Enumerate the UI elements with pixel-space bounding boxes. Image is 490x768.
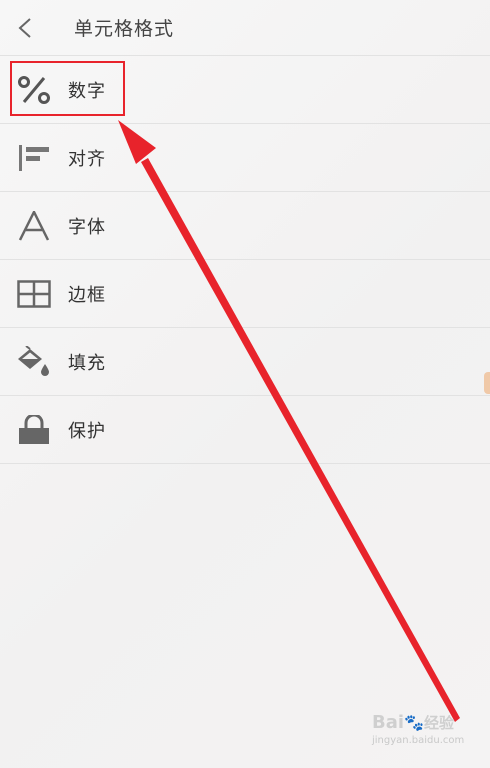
font-icon	[0, 210, 68, 241]
menu-item-label: 保护	[68, 420, 106, 442]
menu-item-label: 对齐	[68, 148, 106, 170]
header-bar: 单元格格式	[0, 0, 490, 56]
menu-item-number[interactable]: 数字	[0, 56, 490, 124]
fill-bucket-icon	[0, 345, 68, 378]
menu-item-label: 字体	[68, 216, 106, 238]
menu-item-label: 边框	[68, 284, 106, 306]
menu-item-font[interactable]: 字体	[0, 192, 490, 260]
lock-icon	[0, 414, 68, 445]
align-left-icon	[0, 144, 68, 172]
side-handle[interactable]	[484, 372, 490, 394]
format-menu: 数字 对齐 字体 边框 填充 保护	[0, 56, 490, 464]
watermark-site: jingyan.baidu.com	[372, 735, 465, 746]
page-title: 单元格格式	[74, 18, 175, 40]
border-grid-icon	[0, 279, 68, 308]
chevron-left-icon	[18, 17, 31, 38]
menu-item-protect[interactable]: 保护	[0, 396, 490, 464]
percent-icon	[0, 75, 68, 105]
watermark-logo: Bai🐾经验 jingyan.baidu.com	[372, 712, 482, 752]
menu-item-align[interactable]: 对齐	[0, 124, 490, 192]
menu-item-label: 数字	[68, 80, 106, 102]
menu-item-fill[interactable]: 填充	[0, 328, 490, 396]
menu-item-border[interactable]: 边框	[0, 260, 490, 328]
menu-item-label: 填充	[68, 352, 106, 374]
back-button[interactable]	[0, 0, 50, 56]
watermark-brand: Bai🐾经验	[372, 712, 454, 733]
